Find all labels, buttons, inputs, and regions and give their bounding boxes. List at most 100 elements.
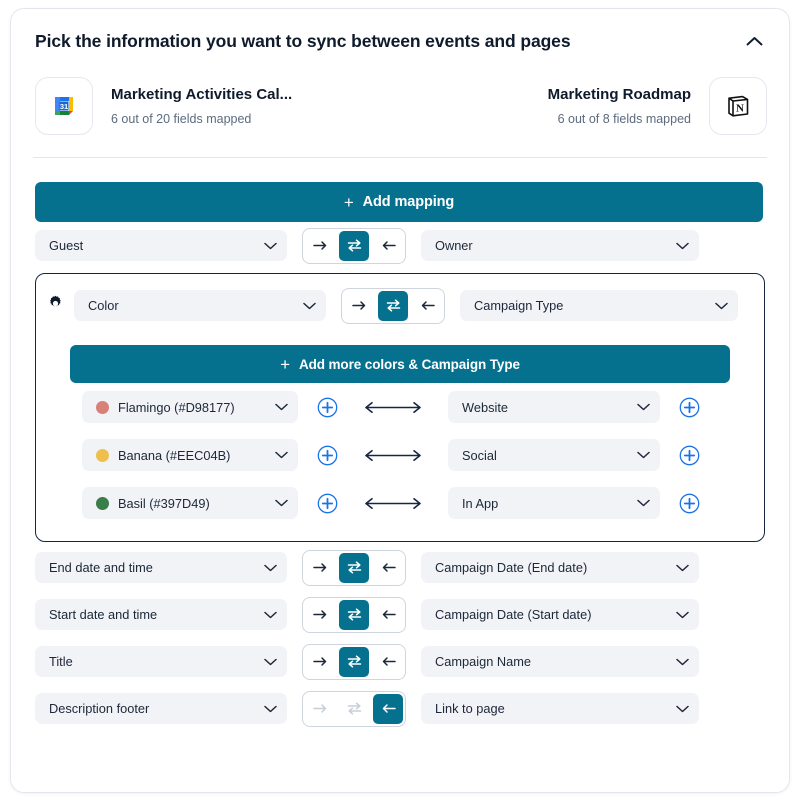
direction-right-button[interactable] xyxy=(305,600,335,630)
left-field-value: End date and time xyxy=(49,560,153,575)
right-field-select[interactable]: Owner xyxy=(421,230,699,261)
right-field-value: Campaign Date (Start date) xyxy=(435,607,592,622)
add-target-value-button[interactable] xyxy=(678,444,700,466)
list-item: Flamingo (#D98177) Website xyxy=(36,383,764,431)
right-field-value: Campaign Name xyxy=(435,654,532,669)
add-color-value-button[interactable] xyxy=(316,492,338,514)
target-value-select[interactable]: In App xyxy=(448,487,660,519)
left-field-select[interactable]: Guest xyxy=(35,230,287,261)
target-app-name: Marketing Roadmap xyxy=(547,86,691,104)
collapse-section-button[interactable] xyxy=(741,29,767,55)
chevron-down-icon xyxy=(303,302,316,310)
notion-icon: N xyxy=(709,77,767,135)
card-header: Pick the information you want to sync be… xyxy=(11,9,789,55)
add-color-value-button[interactable] xyxy=(316,444,338,466)
direction-both-button[interactable] xyxy=(339,646,369,677)
header-divider xyxy=(33,157,767,158)
right-field-value: Owner xyxy=(435,238,473,253)
direction-left-button[interactable] xyxy=(373,693,403,724)
list-item: Banana (#EEC04B) Social xyxy=(36,431,764,479)
direction-left-button[interactable] xyxy=(373,231,403,261)
plus-icon: + xyxy=(343,192,354,212)
add-target-value-button[interactable] xyxy=(678,492,700,514)
arrows-bidirectional-icon xyxy=(357,449,429,462)
color-swatch xyxy=(96,400,109,414)
table-row: Description footer Link to page xyxy=(35,685,765,732)
table-row: End date and time Campaign Date (End dat… xyxy=(35,544,765,591)
sync-direction-toggle xyxy=(341,287,445,324)
left-field-select[interactable]: Description footer xyxy=(35,693,287,724)
table-row: Guest Owner xyxy=(35,222,765,269)
direction-left-button[interactable] xyxy=(373,553,403,583)
right-field-select[interactable]: Campaign Date (Start date) xyxy=(421,599,699,630)
right-field-select[interactable]: Link to page xyxy=(421,693,699,724)
right-field-select[interactable]: Campaign Name xyxy=(421,646,699,677)
color-value-label: Basil (#397D49) xyxy=(118,495,210,511)
color-value-select[interactable]: Basil (#397D49) xyxy=(82,487,298,519)
direction-left-button[interactable] xyxy=(373,600,403,630)
left-field-value: Color xyxy=(88,298,119,313)
sync-direction-toggle xyxy=(302,643,406,680)
svg-text:31: 31 xyxy=(60,102,68,111)
chevron-down-icon xyxy=(264,611,277,619)
add-color-value-button[interactable] xyxy=(316,396,338,418)
left-field-select[interactable]: Color xyxy=(74,290,326,321)
right-field-value: Campaign Type xyxy=(474,298,564,313)
left-field-value: Guest xyxy=(49,238,84,253)
table-row: Start date and time Campaign Date (Start… xyxy=(35,591,765,638)
direction-both-button[interactable] xyxy=(339,599,369,630)
add-target-value-button[interactable] xyxy=(678,396,700,418)
left-field-select[interactable]: End date and time xyxy=(35,552,287,583)
chevron-down-icon xyxy=(637,403,650,411)
direction-right-button[interactable] xyxy=(305,553,335,583)
target-value-select[interactable]: Website xyxy=(448,391,660,423)
chevron-down-icon xyxy=(264,705,277,713)
left-field-select[interactable]: Title xyxy=(35,646,287,677)
direction-both-button[interactable] xyxy=(339,230,369,261)
left-field-value: Description footer xyxy=(49,701,150,716)
direction-both-button[interactable] xyxy=(378,290,408,321)
chevron-down-icon xyxy=(676,564,689,572)
color-swatch xyxy=(96,448,109,462)
add-mapping-button[interactable]: + Add mapping xyxy=(35,182,763,222)
direction-left-button[interactable] xyxy=(412,291,442,321)
chevron-down-icon xyxy=(275,403,288,411)
direction-both-button[interactable] xyxy=(339,552,369,583)
plus-icon: + xyxy=(280,354,290,374)
right-field-select[interactable]: Campaign Type xyxy=(460,290,738,321)
sync-direction-toggle xyxy=(302,596,406,633)
direction-right-button[interactable] xyxy=(305,647,335,677)
direction-right-button[interactable] xyxy=(305,231,335,261)
svg-text:N: N xyxy=(736,103,744,115)
google-calendar-icon: 31 xyxy=(35,77,93,135)
arrows-bidirectional-icon xyxy=(357,497,429,510)
color-value-select[interactable]: Banana (#EEC04B) xyxy=(82,439,298,471)
chevron-down-icon xyxy=(264,242,277,250)
color-value-select[interactable]: Flamingo (#D98177) xyxy=(82,391,298,423)
add-mapping-label: Add mapping xyxy=(362,194,455,210)
direction-both-button xyxy=(339,694,369,724)
target-value-select[interactable]: Social xyxy=(448,439,660,471)
chevron-down-icon xyxy=(637,451,650,459)
arrows-bidirectional-icon xyxy=(357,401,429,414)
left-field-value: Title xyxy=(49,654,73,669)
direction-left-button[interactable] xyxy=(373,647,403,677)
target-value-label: Social xyxy=(462,447,497,463)
right-field-select[interactable]: Campaign Date (End date) xyxy=(421,552,699,583)
chevron-up-icon xyxy=(746,35,763,50)
add-more-values-button[interactable]: + Add more colors & Campaign Type xyxy=(70,345,730,383)
chevron-down-icon xyxy=(637,499,650,507)
color-swatch xyxy=(96,496,109,510)
left-field-select[interactable]: Start date and time xyxy=(35,599,287,630)
chevron-down-icon xyxy=(676,611,689,619)
direction-right-button[interactable] xyxy=(344,291,374,321)
chevron-down-icon xyxy=(275,499,288,507)
direction-right-button xyxy=(305,694,335,724)
target-value-label: In App xyxy=(462,495,499,511)
mapping-settings-button[interactable] xyxy=(36,295,74,317)
table-row: Title Campaign Name xyxy=(35,638,765,685)
sync-direction-toggle xyxy=(302,227,406,264)
left-field-value: Start date and time xyxy=(49,607,158,622)
right-field-value: Link to page xyxy=(435,701,505,716)
target-app: Marketing Roadmap 6 out of 8 fields mapp… xyxy=(548,77,767,135)
